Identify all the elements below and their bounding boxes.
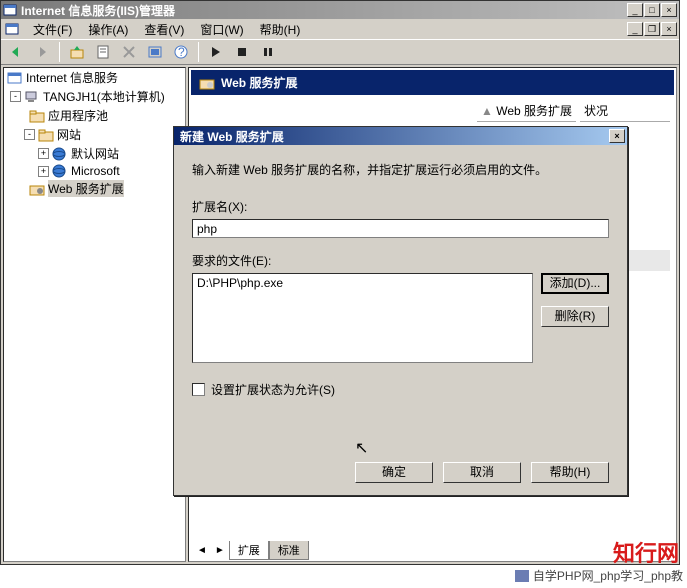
tree-pane[interactable]: Internet 信息服务 - TANGJH1(本地计算机) 应用程序池 - 网… <box>3 67 186 562</box>
back-button[interactable] <box>5 41 27 63</box>
files-listbox[interactable]: D:\PHP\php.exe <box>192 273 533 363</box>
title-bar: Internet 信息服务(IIS)管理器 _ □ × <box>1 1 679 19</box>
cancel-button[interactable]: 取消 <box>443 462 521 483</box>
collapse-icon[interactable]: - <box>10 91 21 102</box>
bottom-tabs: ◄ ► 扩展 标准 <box>193 541 309 560</box>
up-button[interactable] <box>66 41 88 63</box>
add-button[interactable]: 添加(D)... <box>541 273 609 294</box>
allow-checkbox[interactable] <box>192 383 205 396</box>
menu-view[interactable]: 查看(V) <box>136 19 192 40</box>
dialog-title: 新建 Web 服务扩展 <box>176 128 609 145</box>
ok-button[interactable]: 确定 <box>355 462 433 483</box>
tab-standard[interactable]: 标准 <box>269 541 309 560</box>
globe-icon <box>52 164 68 178</box>
tree-apppool[interactable]: 应用程序池 <box>4 106 185 125</box>
app-small-icon <box>5 22 19 36</box>
tree-microsoft[interactable]: + Microsoft <box>4 163 185 179</box>
folder-gear-icon <box>199 76 215 90</box>
detail-title: Web 服务扩展 <box>221 74 297 91</box>
menu-action[interactable]: 操作(A) <box>80 19 136 40</box>
ext-name-input[interactable] <box>192 219 609 238</box>
forward-button[interactable] <box>31 41 53 63</box>
maximize-button[interactable]: □ <box>644 3 660 17</box>
tree-website[interactable]: - 网站 <box>4 125 185 144</box>
dialog-description: 输入新建 Web 服务扩展的名称，并指定扩展运行必须启用的文件。 <box>192 161 609 178</box>
globe-icon <box>52 147 68 161</box>
stop-button[interactable] <box>231 41 253 63</box>
menu-bar: 文件(F) 操作(A) 查看(V) 窗口(W) 帮助(H) _ ❐ × <box>1 19 679 39</box>
new-web-ext-dialog: 新建 Web 服务扩展 × 输入新建 Web 服务扩展的名称，并指定扩展运行必须… <box>173 126 628 496</box>
pause-button[interactable] <box>257 41 279 63</box>
refresh-button[interactable] <box>144 41 166 63</box>
toolbar: ? <box>1 39 679 65</box>
tab-prev-icon[interactable]: ◄ <box>193 545 211 556</box>
help-icon[interactable]: ? <box>170 41 192 63</box>
expand-icon[interactable]: + <box>38 166 49 177</box>
dialog-close-button[interactable]: × <box>609 129 625 143</box>
menu-help[interactable]: 帮助(H) <box>252 19 309 40</box>
folder-icon <box>38 128 54 142</box>
menu-window[interactable]: 窗口(W) <box>192 19 251 40</box>
play-button[interactable] <box>205 41 227 63</box>
close-button[interactable]: × <box>661 3 677 17</box>
menu-file[interactable]: 文件(F) <box>25 19 80 40</box>
column-header-status[interactable]: 状况 <box>580 100 670 122</box>
iis-icon <box>7 71 23 85</box>
delete-button[interactable] <box>118 41 140 63</box>
watermark-credit: 自学PHP网_php学习_php教 <box>515 567 683 584</box>
tree-root[interactable]: Internet 信息服务 <box>4 68 185 87</box>
column-header-ext[interactable]: ▲ Web 服务扩展 <box>477 100 576 122</box>
app-icon <box>3 3 17 17</box>
window-title: Internet 信息服务(IIS)管理器 <box>21 2 627 19</box>
ext-name-label: 扩展名(X): <box>192 198 609 215</box>
allow-checkbox-label: 设置扩展状态为允许(S) <box>211 381 335 398</box>
php-icon <box>515 570 529 582</box>
folder-icon <box>29 109 45 123</box>
mdi-minimize-button[interactable]: _ <box>627 22 643 36</box>
tree-webext[interactable]: Web 服务扩展 <box>4 179 185 198</box>
tab-next-icon[interactable]: ► <box>211 545 229 556</box>
mdi-restore-button[interactable]: ❐ <box>644 22 660 36</box>
computer-icon <box>24 90 40 104</box>
dialog-title-bar[interactable]: 新建 Web 服务扩展 × <box>174 127 627 145</box>
watermark-brand: 知行网 <box>613 536 679 568</box>
detail-header: Web 服务扩展 <box>191 70 674 95</box>
svg-text:?: ? <box>178 45 185 59</box>
expand-icon[interactable]: + <box>38 148 49 159</box>
file-path-item[interactable]: D:\PHP\php.exe <box>197 276 528 290</box>
tree-host[interactable]: - TANGJH1(本地计算机) <box>4 87 185 106</box>
mdi-close-button[interactable]: × <box>661 22 677 36</box>
remove-button[interactable]: 删除(R) <box>541 306 609 327</box>
help-button[interactable]: 帮助(H) <box>531 462 609 483</box>
tree-defaultsite[interactable]: + 默认网站 <box>4 144 185 163</box>
collapse-icon[interactable]: - <box>24 129 35 140</box>
tab-extended[interactable]: 扩展 <box>229 541 269 560</box>
properties-button[interactable] <box>92 41 114 63</box>
files-label: 要求的文件(E): <box>192 252 609 269</box>
folder-gear-icon <box>29 182 45 196</box>
minimize-button[interactable]: _ <box>627 3 643 17</box>
